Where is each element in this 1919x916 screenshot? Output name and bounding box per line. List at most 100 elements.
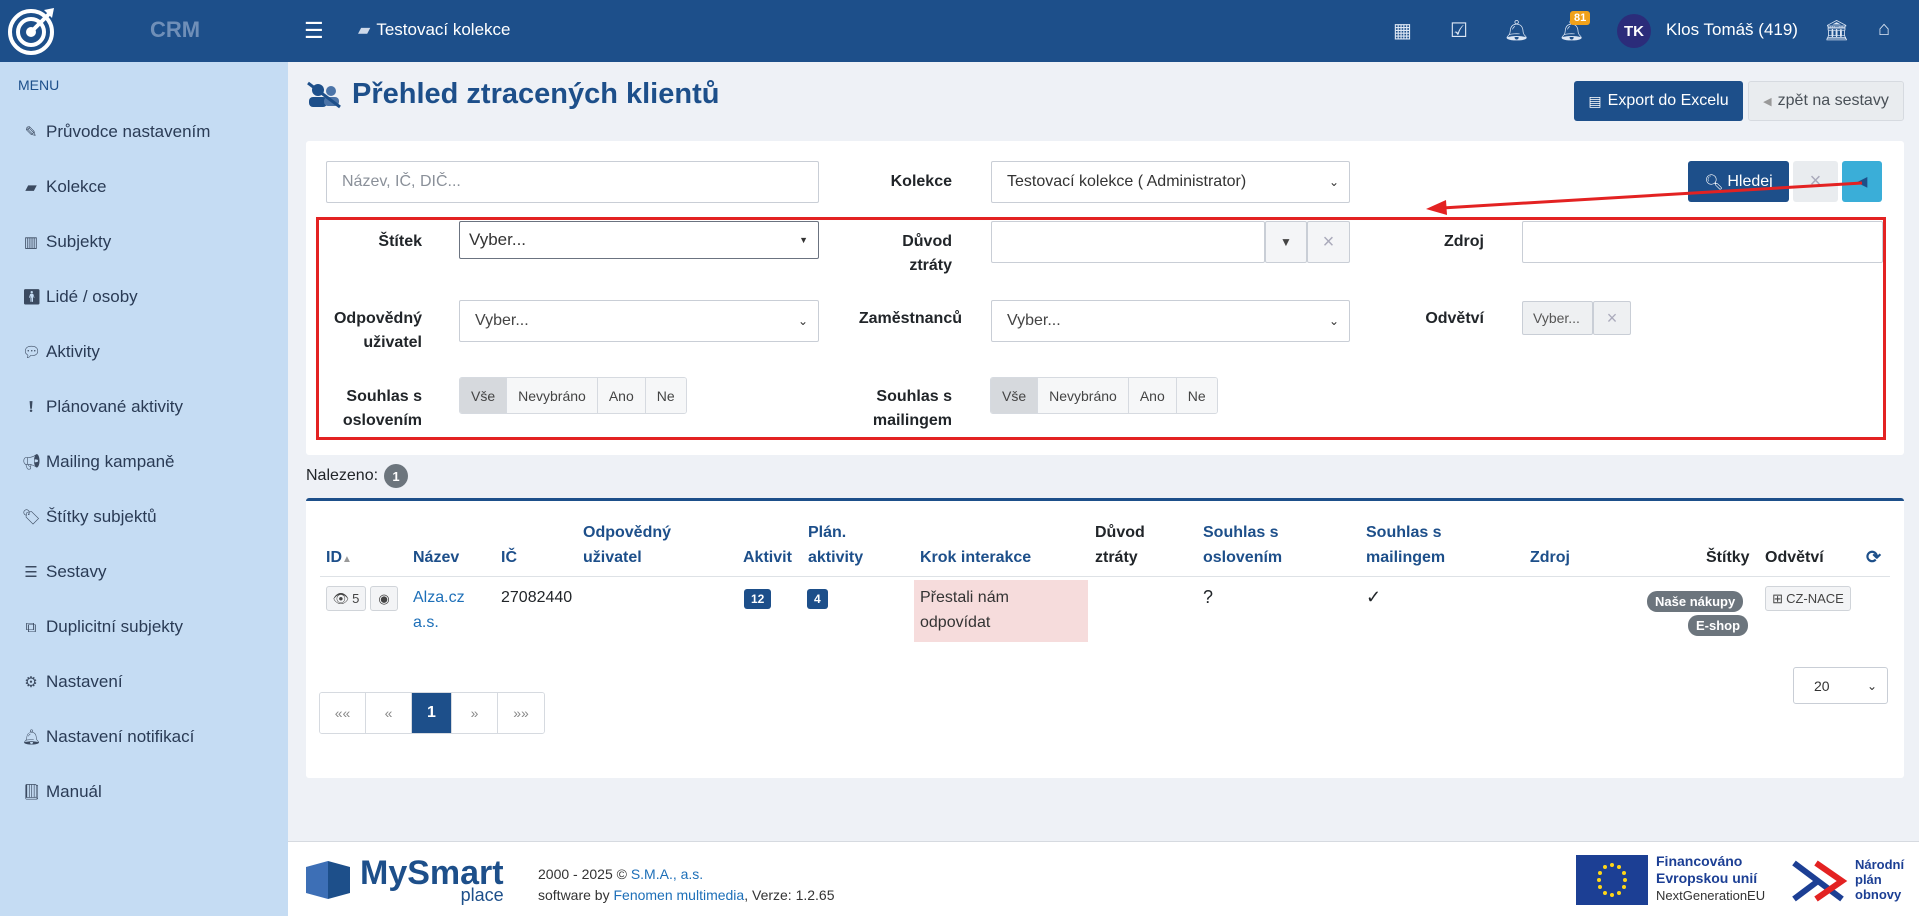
column-header-krok[interactable]: Krok interakce [920,545,1031,570]
sidebar-item-planovane[interactable]: ❗︎ Plánované aktivity [22,397,183,417]
sidebar-item-kolekce[interactable]: ▰ Kolekce [22,177,106,197]
sidebar-item-nastaveni[interactable]: ⚙︎ Nastavení [22,672,122,692]
logo-area: CRM [0,0,288,62]
sidebar-item-subjekty[interactable]: ▥ Subjekty [22,232,111,252]
npo-logo-icon [1792,860,1848,902]
column-header-nazev[interactable]: Název [413,545,459,570]
sidebar-item-label: Manuál [46,782,102,801]
eu-line2: Evropskou unií [1656,870,1758,886]
duvod-header-line1: Důvod [1095,524,1145,541]
collection-switcher[interactable]: ▰ Testovací kolekce [358,20,511,40]
sidebar-item-label: Průvodce nastavením [46,122,211,141]
odvetvi-value: CZ-NACE [1786,591,1844,606]
menu-toggle-icon[interactable]: ☰ [304,18,324,44]
target-logo-icon[interactable] [6,6,56,56]
sidebar-item-pruvodce[interactable]: ✎ Průvodce nastavením [22,122,211,142]
column-header-aktivit[interactable]: Aktivit [743,545,792,570]
sma-link[interactable]: S.M.A., a.s. [631,866,703,882]
home-icon[interactable]: ⌂ [1878,18,1890,41]
chevron-down-icon: ⌄ [1328,175,1339,189]
copyright-text: 2000 - 2025 © S.M.A., a.s. software by F… [538,864,835,906]
tasks-icon[interactable]: ☑ [1450,18,1468,43]
pencil-icon: ✎ [24,124,38,141]
sidebar-item-label: Mailing kampaně [46,452,175,471]
calendar-icon[interactable]: ▦ [1393,18,1412,43]
sidebar-item-lide[interactable]: 🚹︎ Lidé / osoby [22,287,138,307]
tag-icon: 🏷︎ [22,509,42,526]
column-header-ic[interactable]: IČ [501,545,517,570]
column-header-plan[interactable]: Plán. aktivity [808,520,863,570]
tag-badge: E-shop [1688,615,1749,636]
npo-line2: plán [1855,872,1882,887]
next-page-button[interactable]: » [452,693,498,733]
prev-page-button[interactable]: « [366,693,412,733]
refresh-icon[interactable]: ⟳ [1866,545,1881,570]
header-divider [320,576,1890,577]
column-header-duvod: Důvod ztráty [1095,520,1145,570]
column-header-souhlas-osloveni[interactable]: Souhlas s oslovením [1203,520,1282,570]
per-page-select[interactable]: 20 ⌄ [1793,667,1888,704]
back-label: zpět na sestavy [1777,92,1889,109]
sidebar-item-notifikace[interactable]: 🔔︎ Nastavení notifikací [22,727,194,747]
duvod-header-line2: ztráty [1095,549,1138,566]
notification-count-badge: 81 [1570,11,1591,25]
bell-icon[interactable]: 🔔︎ [1504,18,1529,43]
column-header-odvetvi: Odvětví [1765,549,1824,566]
user-name[interactable]: Klos Tomáš (419) [1666,20,1798,40]
last-page-button[interactable]: »» [498,693,544,733]
column-header-souhlas-mailing[interactable]: Souhlas s mailingem [1366,520,1445,570]
sidebar-item-label: Plánované aktivity [46,397,184,416]
page-1-button[interactable]: 1 [412,693,452,733]
souhlas-osloveni-value: ? [1203,587,1214,607]
eu-funding-text: Financováno Evropskou unií NextGeneratio… [1656,853,1765,904]
column-header-odpovedny[interactable]: Odpovědný uživatel [583,520,671,570]
odpovedny-header-line2: uživatel [583,549,642,566]
column-header-zdroj[interactable]: Zdroj [1530,545,1570,570]
export-excel-button[interactable]: ▤ Export do Excelu [1574,81,1743,121]
sidebar-item-mailing[interactable]: 📢︎ Mailing kampaně [22,452,175,472]
fenomen-link[interactable]: Fenomen multimedia [613,887,744,903]
souhlas-mailing-check-icon: ✓ [1366,587,1382,607]
avatar[interactable]: TK [1617,14,1651,48]
eu-line1: Financováno [1656,853,1743,869]
plan-count-badge[interactable]: 4 [807,589,828,609]
list-icon: ☰ [24,564,38,581]
person-icon: 🚹︎ [22,289,42,306]
building-icon: ▥ [23,234,39,251]
mysmartplace-logo: MySmart place [304,856,504,904]
column-header-id[interactable]: ID▲ [326,545,352,572]
copyright-prefix: 2000 - 2025 © [538,866,631,882]
krok-interakce-cell: Přestali nám odpovídat [914,580,1088,642]
sidebar-item-label: Lidé / osoby [46,287,138,306]
views-count: 5 [352,591,360,606]
aktivit-count-badge[interactable]: 12 [744,589,772,609]
sidebar-item-label: Kolekce [46,177,107,196]
sosl-header-line2: oslovením [1203,549,1283,566]
sidebar-item-manual[interactable]: 📕︎ Manuál [22,782,102,802]
contact-person-button[interactable]: ◉ [370,586,398,611]
top-bar: CRM ☰ ▰ Testovací kolekce ▦ ☑ 🔔︎ 🔔︎ 81 T… [0,0,1919,62]
sidebar-item-sestavy[interactable]: ☰ Sestavy [22,562,106,582]
caret-left-icon: ◀ [1763,95,1772,108]
alert-icon: ❗︎ [28,398,34,416]
comments-icon: 💬︎ [22,344,42,361]
sidebar-item-stitky[interactable]: 🏷︎ Štítky subjektů [22,507,157,527]
kolekce-label: Kolekce [890,173,952,190]
kolekce-select[interactable]: Testovací kolekce ( Administrator) ⌄ [991,161,1350,203]
first-page-button[interactable]: «« [320,693,366,733]
sidebar-item-duplicitni[interactable]: ⧉ Duplicitní subjekty [22,617,183,637]
ic-value: 27082440 [501,589,573,606]
bank-icon[interactable]: 🏛︎ [1824,18,1849,43]
collection-icon: ▰ [25,179,37,196]
views-button[interactable]: 👁︎ 5 [326,586,366,611]
sidebar-item-aktivity[interactable]: 💬︎ Aktivity [22,342,100,362]
back-to-reports-button[interactable]: ◀ zpět na sestavy [1748,81,1904,121]
odvetvi-button[interactable]: ⊞ CZ-NACE [1765,586,1851,611]
search-input[interactable]: Název, IČ, DIČ... [326,161,819,203]
subject-name-link[interactable]: Alza.cz a.s. [413,585,465,635]
duplicate-icon: ⧉ [25,618,37,636]
software-prefix: software by [538,887,614,903]
kolekce-value: Testovací kolekce ( Administrator) [1007,173,1247,190]
pagination: «« « 1 » »» [319,692,545,734]
sort-up-icon: ▲ [342,554,352,565]
